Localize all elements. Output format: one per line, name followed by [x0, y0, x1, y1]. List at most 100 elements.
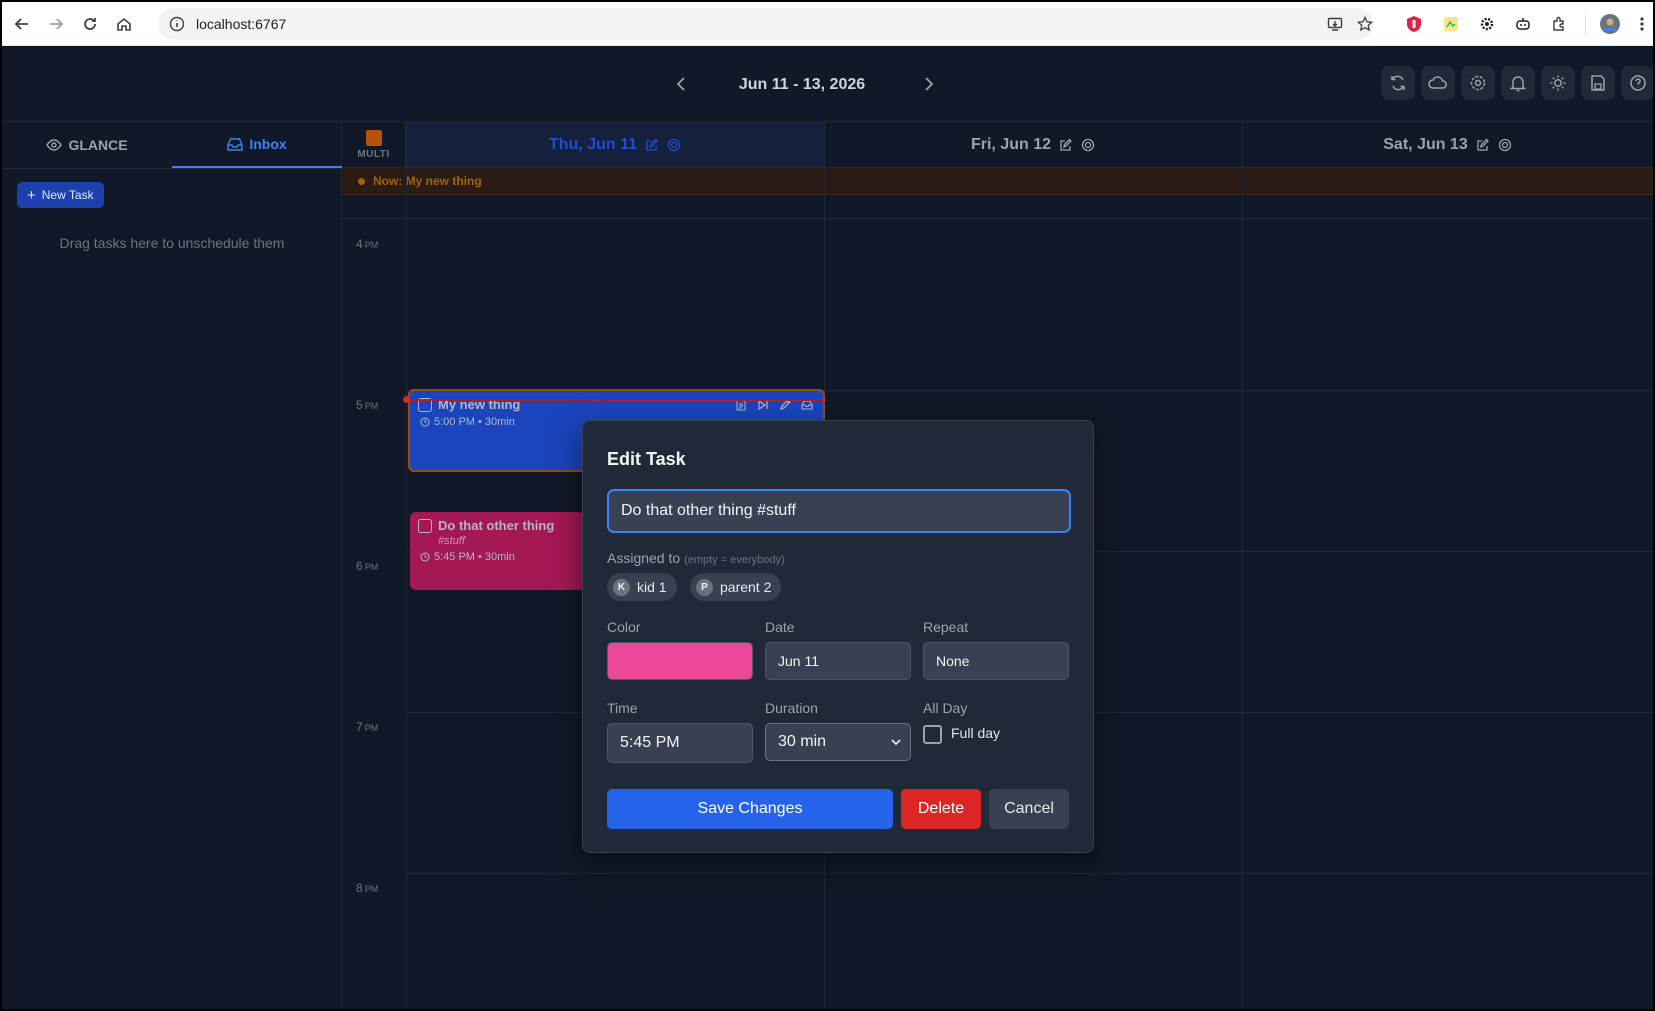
help-button[interactable]: [1621, 66, 1653, 100]
extension-red-icon[interactable]: [1404, 14, 1424, 34]
address-bar[interactable]: localhost:6767: [158, 8, 1373, 40]
hour-label: 8 PM: [356, 881, 379, 895]
avatar: K: [613, 578, 630, 596]
settings-button[interactable]: [1461, 66, 1495, 100]
hour-label: 5 PM: [356, 398, 379, 412]
eye-icon: [46, 139, 63, 151]
assigned-to-label: Assigned to (empty = everybody): [607, 550, 785, 566]
calendar-event[interactable]: Do that other thing #stuff 5:45 PM • 30m…: [410, 512, 585, 590]
unschedule-drop-hint: Drag tasks here to unschedule them: [59, 235, 285, 251]
color-label: Color: [607, 619, 641, 635]
date-range-title: Jun 11 - 13, 2026: [738, 76, 866, 93]
time-field[interactable]: 5:45 PM: [607, 723, 753, 763]
duration-select[interactable]: 30 min: [765, 723, 911, 761]
edit-note-icon[interactable]: [1059, 138, 1073, 152]
target-icon[interactable]: [667, 138, 681, 152]
next-week-button[interactable]: [919, 74, 939, 94]
cancel-button[interactable]: Cancel: [989, 789, 1069, 829]
new-task-button[interactable]: + New Task: [17, 182, 104, 208]
delete-button[interactable]: Delete: [901, 789, 981, 829]
theme-button[interactable]: [1541, 66, 1575, 100]
notifications-button[interactable]: [1501, 66, 1535, 100]
full-day-checkbox[interactable]: [923, 725, 942, 744]
tab-glance-label: GLANCE: [68, 137, 128, 153]
forward-icon[interactable]: [44, 12, 68, 36]
edit-note-icon[interactable]: [645, 138, 659, 152]
assignee-chip[interactable]: P parent 2: [690, 573, 782, 601]
multi-square-icon: [365, 129, 382, 146]
hour-line: [406, 873, 1653, 874]
browser-menu-icon[interactable]: [1632, 14, 1652, 34]
inbox-icon: [227, 138, 244, 151]
home-icon[interactable]: [112, 12, 136, 36]
day-header-label: Sat, Jun 13: [1383, 135, 1468, 153]
new-task-label: New Task: [41, 188, 94, 202]
all-day-row[interactable]: [342, 195, 1653, 219]
url-text: localhost:6767: [196, 16, 287, 32]
extensions-puzzle-icon[interactable]: [1549, 14, 1569, 34]
bookmark-star-icon[interactable]: [1356, 15, 1374, 33]
day-header-fri[interactable]: Fri, Jun 12: [824, 122, 1242, 168]
day-divider: [1242, 122, 1243, 1009]
extension-gear-icon[interactable]: [1477, 14, 1497, 34]
target-icon[interactable]: [1081, 138, 1095, 152]
sync-button[interactable]: [1381, 66, 1415, 100]
save-icon: [1591, 75, 1605, 91]
event-tag: #stuff: [438, 535, 465, 547]
save-changes-button[interactable]: Save Changes: [607, 789, 893, 829]
day-header-label: Fri, Jun 12: [970, 135, 1052, 153]
multi-label: MULTI: [357, 148, 390, 160]
help-icon: [1630, 75, 1646, 91]
time-label: Time: [607, 700, 638, 716]
hour-label: 7 PM: [356, 720, 379, 734]
site-info-icon[interactable]: [168, 15, 186, 33]
multi-day-toggle[interactable]: MULTI: [342, 122, 406, 168]
all-day-label: All Day: [923, 700, 968, 716]
tab-glance[interactable]: GLANCE: [2, 122, 172, 168]
assignee-name: parent 2: [720, 579, 772, 595]
hour-label: 4 PM: [356, 237, 379, 251]
back-icon[interactable]: [10, 12, 34, 36]
avatar: P: [696, 578, 713, 596]
save-button[interactable]: [1581, 66, 1615, 100]
event-time: 5:00 PM • 30min: [434, 416, 515, 428]
hour-label: 6 PM: [356, 559, 379, 573]
date-field[interactable]: Jun 11: [765, 642, 911, 680]
gear-icon: [1470, 75, 1486, 91]
sun-icon: [1550, 75, 1566, 91]
color-picker[interactable]: [607, 642, 753, 680]
cloud-icon: [1428, 76, 1447, 89]
day-header-thu[interactable]: Thu, Jun 11: [406, 122, 824, 168]
task-title-input[interactable]: [607, 489, 1071, 533]
clock-icon: [420, 417, 430, 427]
extension-color-icon[interactable]: [1441, 14, 1461, 34]
browser-window: localhost:6767 Jun 11 - 13, 2026 GLANCE …: [2, 2, 1653, 1009]
day-header-label: Thu, Jun 11: [548, 135, 637, 153]
event-complete-checkbox[interactable]: [418, 518, 432, 533]
tab-inbox[interactable]: Inbox: [172, 122, 342, 168]
day-header-sat[interactable]: Sat, Jun 13: [1242, 122, 1653, 168]
reload-icon[interactable]: [78, 12, 102, 36]
tabs-divider: [2, 168, 342, 169]
assignee-name: kid 1: [637, 579, 667, 595]
dialog-title: Edit Task: [607, 449, 686, 469]
profile-avatar[interactable]: [1600, 14, 1620, 34]
full-day-label[interactable]: Full day: [951, 725, 1000, 741]
event-meta: 5:45 PM • 30min: [420, 551, 577, 563]
toolbar-divider: [1585, 15, 1586, 35]
event-title: Do that other thing: [438, 518, 555, 533]
cloud-button[interactable]: [1421, 66, 1455, 100]
assignee-chip[interactable]: K kid 1: [607, 573, 677, 601]
edit-note-icon[interactable]: [1476, 138, 1490, 152]
repeat-select[interactable]: None: [923, 642, 1069, 680]
prev-week-button[interactable]: [671, 74, 691, 94]
install-app-icon[interactable]: [1326, 15, 1344, 33]
now-banner[interactable]: Now: My new thing: [342, 168, 1653, 195]
assigned-hint: (empty = everybody): [684, 554, 785, 566]
repeat-label: Repeat: [923, 619, 969, 635]
sync-icon: [1391, 75, 1405, 91]
current-time-dot: [403, 396, 410, 403]
extension-robot-icon[interactable]: [1513, 14, 1533, 34]
plus-icon: +: [27, 186, 36, 204]
target-icon[interactable]: [1498, 138, 1512, 152]
